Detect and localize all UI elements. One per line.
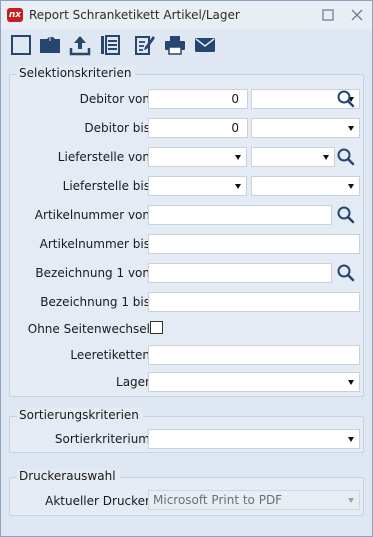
search-icon[interactable] bbox=[335, 205, 357, 225]
sortierkriterium-dropdown[interactable] bbox=[148, 429, 360, 449]
bezeichnung-von-label: Bezeichnung 1 von bbox=[35, 266, 150, 280]
ohne-seitenwechsel-checkbox[interactable] bbox=[150, 321, 163, 334]
bezeichnung-von-input[interactable] bbox=[148, 263, 332, 283]
chevron-down-icon bbox=[348, 184, 354, 189]
debitor-bis-input[interactable]: 0 bbox=[148, 118, 248, 138]
chevron-down-icon bbox=[323, 155, 329, 160]
chevron-down-icon bbox=[235, 155, 241, 160]
artikelnummer-von-label: Artikelnummer von bbox=[34, 208, 150, 222]
selection-group: Selektionskriterien Debitor von 0 Debito… bbox=[9, 66, 364, 397]
new-icon[interactable] bbox=[9, 33, 33, 57]
lieferstelle-bis-dropdown-1[interactable] bbox=[148, 176, 247, 196]
maximize-icon[interactable] bbox=[317, 5, 339, 25]
sorting-group: Sortierungskriterien Sortierkriterium bbox=[9, 408, 364, 453]
debitor-bis-dropdown[interactable] bbox=[251, 118, 360, 138]
report-window: nx Report Schranketikett Artikel/Lager S… bbox=[0, 0, 373, 537]
chevron-down-icon bbox=[235, 184, 241, 189]
ohne-seitenwechsel-label: Ohne Seitenwechsel bbox=[27, 322, 150, 336]
lager-label: Lager bbox=[116, 375, 150, 389]
printer-group: Druckerauswahl Aktueller Drucker Microso… bbox=[9, 469, 364, 516]
lieferstelle-bis-dropdown-2[interactable] bbox=[251, 176, 360, 196]
app-logo: nx bbox=[7, 8, 23, 22]
lieferstelle-von-dropdown-2[interactable] bbox=[251, 147, 335, 167]
sortierkriterium-label: Sortierkriterium bbox=[54, 432, 150, 446]
search-icon[interactable] bbox=[335, 147, 357, 167]
search-icon[interactable] bbox=[335, 89, 357, 109]
debitor-bis-label: Debitor bis bbox=[84, 121, 150, 135]
bezeichnung-bis-label: Bezeichnung 1 bis bbox=[40, 295, 150, 309]
print-icon[interactable] bbox=[163, 33, 187, 57]
chevron-down-icon bbox=[348, 437, 354, 442]
printer-group-title: Druckerauswahl bbox=[17, 469, 120, 483]
search-icon[interactable] bbox=[335, 263, 357, 283]
debitor-von-input[interactable]: 0 bbox=[148, 89, 248, 109]
open-folder-icon[interactable] bbox=[38, 33, 62, 57]
bezeichnung-bis-input[interactable] bbox=[148, 292, 360, 312]
aktueller-drucker-value: Microsoft Print to PDF bbox=[153, 493, 283, 507]
edit-icon[interactable] bbox=[133, 33, 157, 57]
leeretiketten-label: Leeretiketten bbox=[70, 348, 150, 362]
lieferstelle-von-dropdown-1[interactable] bbox=[148, 147, 247, 167]
selection-group-title: Selektionskriterien bbox=[17, 66, 136, 80]
email-icon[interactable] bbox=[193, 33, 217, 57]
aktueller-drucker-dropdown[interactable]: Microsoft Print to PDF bbox=[148, 490, 360, 510]
debitor-von-label: Debitor von bbox=[79, 92, 150, 106]
artikelnummer-bis-input[interactable] bbox=[148, 234, 360, 254]
artikelnummer-von-input[interactable] bbox=[148, 205, 332, 225]
chevron-down-icon bbox=[348, 126, 354, 131]
close-icon[interactable] bbox=[346, 5, 368, 25]
sorting-group-title: Sortierungskriterien bbox=[17, 408, 143, 422]
lager-dropdown[interactable] bbox=[148, 372, 360, 392]
title-bar: nx Report Schranketikett Artikel/Lager bbox=[1, 1, 372, 29]
lieferstelle-bis-label: Lieferstelle bis bbox=[62, 179, 150, 193]
upload-icon[interactable] bbox=[68, 33, 92, 57]
leeretiketten-input[interactable] bbox=[148, 345, 360, 365]
artikelnummer-bis-label: Artikelnummer bis bbox=[39, 237, 150, 251]
toolbar bbox=[1, 29, 372, 61]
chevron-down-icon bbox=[348, 380, 354, 385]
list-icon[interactable] bbox=[98, 33, 122, 57]
aktueller-drucker-label: Aktueller Drucker bbox=[45, 494, 150, 508]
window-title: Report Schranketikett Artikel/Lager bbox=[29, 8, 240, 22]
chevron-down-icon bbox=[348, 498, 354, 503]
lieferstelle-von-label: Lieferstelle von bbox=[57, 150, 150, 164]
